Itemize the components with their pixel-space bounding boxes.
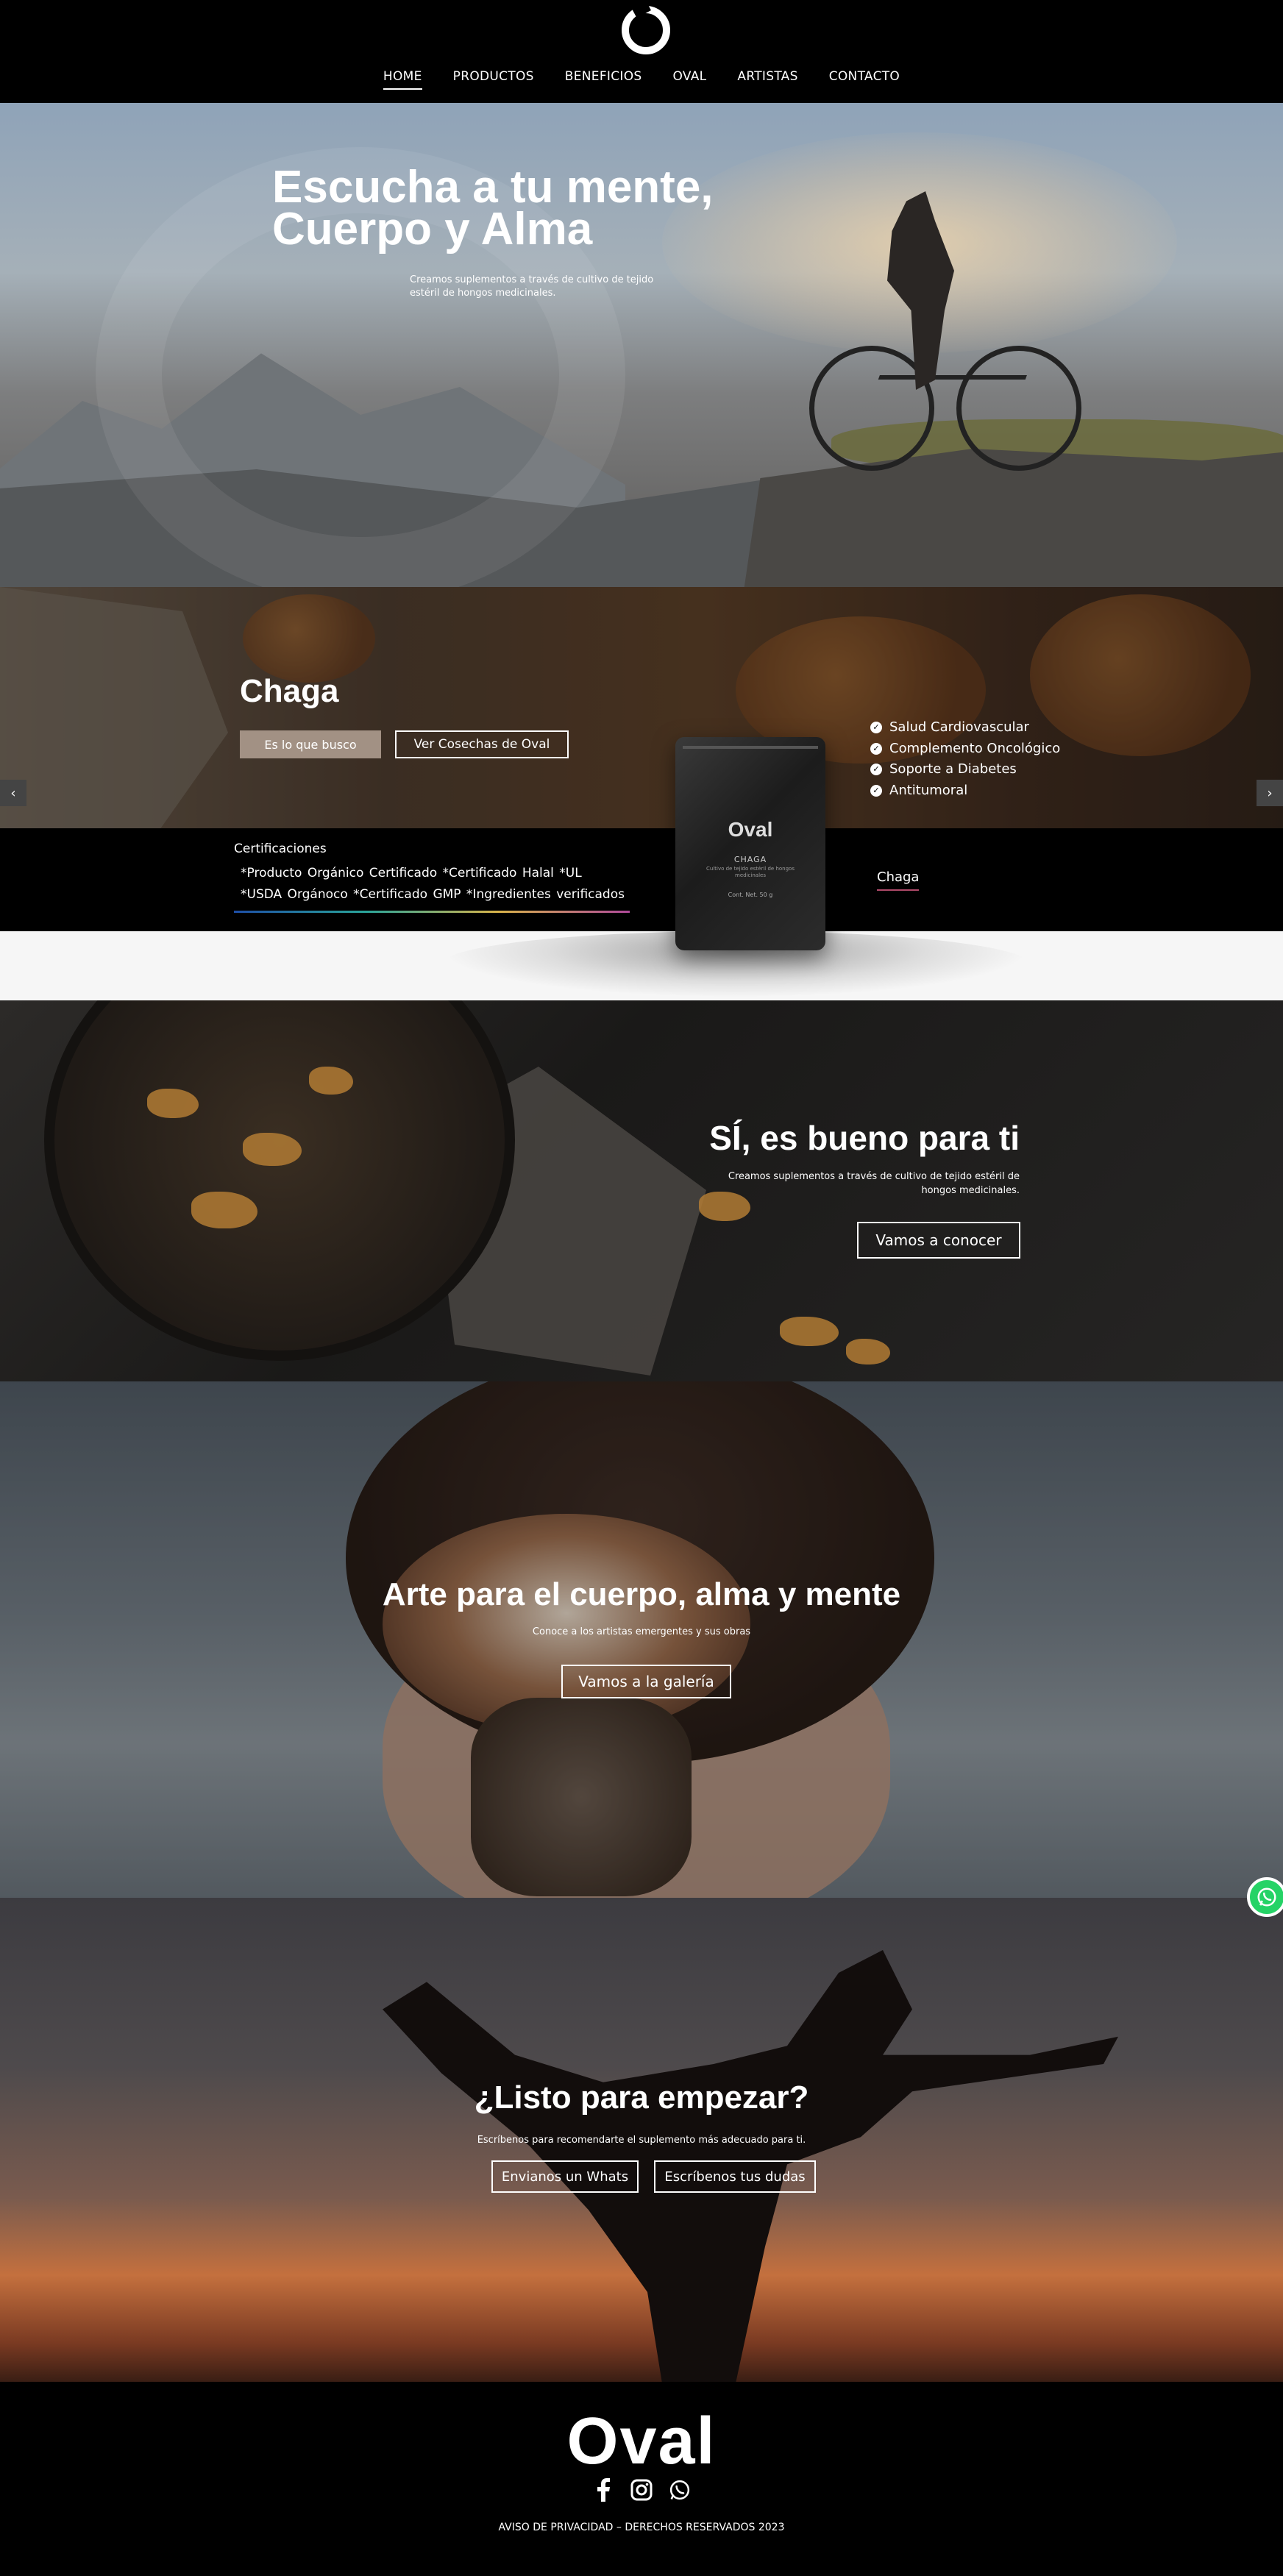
facebook-icon[interactable] <box>591 2477 615 2502</box>
escribenos-dudas-button[interactable]: Escríbenos tus dudas <box>654 2160 816 2193</box>
chanterelle-mushroom <box>243 1133 302 1166</box>
arte-subtitle: Conoce a los artistas emergentes y sus o… <box>532 1626 751 1637</box>
certifications-line: *USDA Orgánoco *Certificado GMP *Ingredi… <box>241 887 625 902</box>
listo-subtitle: Escríbenos para recomendarte el suplemen… <box>477 2135 806 2146</box>
hero-title: Escucha a tu mente, Cuerpo y Alma <box>272 165 750 252</box>
bag-product-name: CHAGA <box>733 855 767 864</box>
check-circle-icon: ✓ <box>870 764 882 776</box>
benefit-label: Soporte a Diabetes <box>889 761 1017 777</box>
benefit-item: ✓ Soporte a Diabetes <box>870 759 1060 780</box>
certifications-title: Certificaciones <box>234 842 327 856</box>
envianos-whats-button[interactable]: Envianos un Whats <box>491 2160 639 2193</box>
bag-brand: Oval <box>728 818 773 841</box>
hero-title-line2: Cuerpo y Alma <box>272 204 593 255</box>
nav-productos[interactable]: PRODUCTOS <box>453 69 534 90</box>
benefit-label: Complemento Oncológico <box>889 740 1061 756</box>
bueno-subtitle: Creamos suplementos a través de cultivo … <box>728 1171 1020 1196</box>
chanterelle-mushroom <box>309 1067 353 1095</box>
nav-artistas[interactable]: ARTISTAS <box>737 69 797 90</box>
whatsapp-float-icon[interactable] <box>1247 1877 1283 1917</box>
check-circle-icon: ✓ <box>870 784 882 797</box>
chanterelle-mushroom <box>780 1317 839 1346</box>
product-bag-image: Oval CHAGA Cultivo de tejido estéril de … <box>675 737 825 950</box>
whatsapp-glyph <box>669 2480 690 2500</box>
arte-title: Arte para el cuerpo, alma y mente <box>382 1576 901 1612</box>
nav-home[interactable]: HOME <box>383 69 422 90</box>
product-slider: Chaga Es lo que busco Ver Cosechas de Ov… <box>0 587 1283 828</box>
arte-overlay <box>0 1381 1283 1898</box>
chevron-left-icon[interactable]: ‹ <box>0 780 26 806</box>
chevron-right-icon[interactable]: › <box>1257 780 1283 806</box>
nav-beneficios[interactable]: BENEFICIOS <box>565 69 642 90</box>
privacy-notice-link[interactable]: AVISO DE PRIVACIDAD – DERECHOS RESERVADO… <box>0 2522 1283 2533</box>
bueno-title: SÍ, es bueno para ti <box>709 1119 1020 1157</box>
es-lo-que-busco-button[interactable]: Es lo que busco <box>240 730 381 758</box>
chanterelle-mushroom <box>147 1089 199 1118</box>
tab-chaga[interactable]: Chaga <box>877 869 920 891</box>
check-circle-icon: ✓ <box>870 742 882 755</box>
oval-logo-icon[interactable] <box>622 6 670 54</box>
chanterelle-mushroom <box>846 1339 890 1365</box>
arte-section <box>0 1381 1283 1898</box>
bag-weight: Cont. Net. 50 g <box>728 892 773 898</box>
benefit-label: Salud Cardiovascular <box>889 719 1029 735</box>
chanterelle-mushroom <box>191 1192 257 1228</box>
bag-description: Cultivo de tejido estéril de hongos medi… <box>706 866 795 878</box>
yoga-silhouette <box>383 1950 1118 2382</box>
product-name: Chaga <box>240 673 339 709</box>
whatsapp-icon <box>1257 1887 1276 1907</box>
instagram-glyph <box>630 2479 653 2501</box>
instagram-icon[interactable] <box>630 2477 653 2502</box>
site-footer: Oval AVISO DE PRIVACIDAD – DERECHOS RESE… <box>0 2382 1283 2576</box>
social-links <box>0 2477 1283 2502</box>
whatsapp-icon[interactable] <box>668 2477 692 2502</box>
main-nav: HOME PRODUCTOS BENEFICIOS OVAL ARTISTAS … <box>0 69 1283 90</box>
bueno-section: SÍ, es bueno para ti Creamos suplementos… <box>0 1000 1283 1381</box>
certifications-line: *Producto Orgánico Certificado *Certific… <box>241 866 582 880</box>
nav-contacto[interactable]: CONTACTO <box>829 69 900 90</box>
mushroom-bowl <box>44 1000 515 1361</box>
footer-logo[interactable]: Oval <box>0 2404 1283 2480</box>
listo-title: ¿Listo para empezar? <box>474 2079 809 2116</box>
certifications-bar: Certificaciones *Producto Orgánico Certi… <box>0 828 1283 931</box>
vamos-a-la-galeria-button[interactable]: Vamos a la galería <box>561 1665 731 1698</box>
benefit-list: ✓ Salud Cardiovascular ✓ Complemento Oncol… <box>870 717 1060 801</box>
benefit-label: Antitumoral <box>889 782 968 798</box>
benefit-item: ✓ Salud Cardiovascular <box>870 717 1060 739</box>
site-header: HOME PRODUCTOS BENEFICIOS OVAL ARTISTAS … <box>0 0 1283 103</box>
product-overlay <box>0 587 1283 828</box>
ver-cosechas-button[interactable]: Ver Cosechas de Oval <box>395 730 569 758</box>
benefit-item: ✓ Antitumoral <box>870 780 1060 802</box>
product-shadow-area <box>0 931 1283 1000</box>
bike-frame <box>864 375 1027 419</box>
facebook-glyph <box>597 2478 610 2502</box>
hero-subtitle: Creamos suplementos a través de cultivo … <box>410 274 654 299</box>
bag-zipper <box>683 746 818 749</box>
nav-oval[interactable]: OVAL <box>672 69 706 90</box>
vamos-a-conocer-button[interactable]: Vamos a conocer <box>857 1222 1020 1259</box>
benefit-item: ✓ Complemento Oncológico <box>870 739 1060 760</box>
check-circle-icon: ✓ <box>870 722 882 734</box>
certifications-underline <box>234 911 630 913</box>
